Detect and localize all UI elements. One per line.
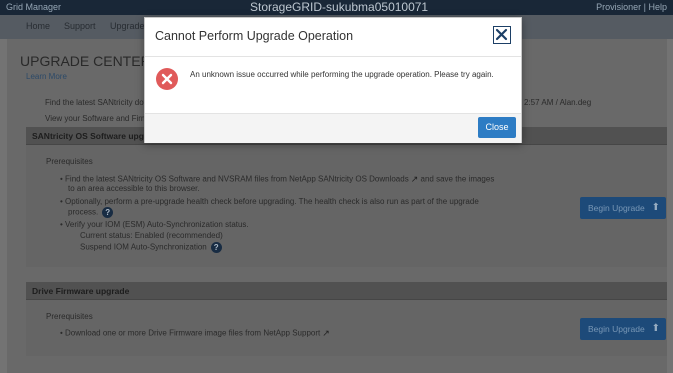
- dialog-title: Cannot Perform Upgrade Operation: [155, 29, 354, 43]
- dialog-message: An unknown issue occurred while performi…: [190, 70, 494, 79]
- dialog-footer: Close: [145, 113, 521, 143]
- dialog-body: An unknown issue occurred while performi…: [145, 57, 521, 113]
- dialog-header: Cannot Perform Upgrade Operation: [145, 18, 521, 57]
- close-button[interactable]: Close: [478, 117, 516, 138]
- error-dialog: Cannot Perform Upgrade Operation An unkn…: [144, 17, 522, 143]
- error-icon: [156, 68, 178, 90]
- close-icon[interactable]: [493, 26, 511, 44]
